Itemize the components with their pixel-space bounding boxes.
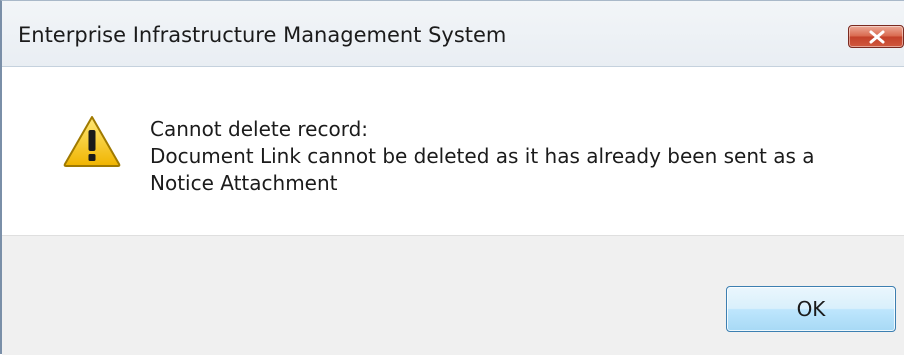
message-body: Document Link cannot be deleted as it ha…	[150, 144, 815, 195]
message-text: Cannot delete record: Document Link cann…	[150, 116, 890, 197]
ok-button[interactable]: OK	[726, 286, 896, 332]
window-title: Enterprise Infrastructure Management Sys…	[18, 23, 507, 47]
message-heading: Cannot delete record:	[150, 117, 368, 141]
dialog-content: Cannot delete record: Document Link cann…	[2, 68, 904, 235]
close-button[interactable]	[848, 25, 904, 48]
warning-icon	[63, 116, 121, 167]
close-icon	[869, 30, 885, 44]
title-bar[interactable]: Enterprise Infrastructure Management Sys…	[2, 1, 904, 67]
message-dialog: Enterprise Infrastructure Management Sys…	[0, 0, 904, 355]
dialog-footer: OK	[2, 235, 904, 355]
